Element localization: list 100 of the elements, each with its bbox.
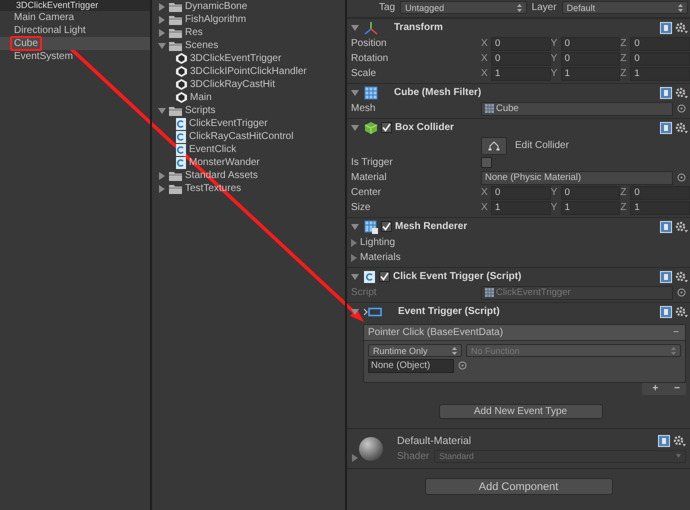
add-item-button[interactable]: +	[652, 383, 658, 395]
project-item-label[interactable]: 3DClickEventTrigger	[190, 53, 282, 64]
expand-arrow-icon[interactable]	[158, 106, 166, 114]
settings-icon[interactable]	[675, 86, 688, 98]
expand-arrow-icon[interactable]	[158, 2, 166, 10]
help-book-icon[interactable]	[660, 86, 672, 98]
hierarchy-item[interactable]: EventSystem	[0, 50, 150, 63]
script-file-icon	[176, 144, 186, 156]
settings-icon[interactable]	[673, 434, 686, 446]
project-item-label[interactable]: Main	[190, 92, 212, 103]
number-field[interactable]: 0	[491, 52, 551, 66]
project-item-label[interactable]: Res	[185, 27, 203, 38]
number-field[interactable]: 1	[560, 200, 620, 214]
foldout-label[interactable]: Lighting	[360, 237, 396, 248]
event-title: Pointer Click (BaseEventData)	[368, 327, 504, 338]
expand-arrow-icon[interactable]	[158, 172, 166, 180]
expand-arrow-icon[interactable]	[351, 222, 359, 230]
hierarchy-item[interactable]: Cube	[0, 37, 150, 50]
event-trigger-icon	[364, 306, 382, 316]
project-item-label[interactable]: Scripts	[185, 105, 216, 116]
project-item-label[interactable]: 3DClickIPointClickHandler	[190, 66, 307, 77]
expand-arrow-icon[interactable]	[351, 272, 359, 280]
number-field[interactable]: 0	[630, 186, 690, 200]
trigger-checkbox[interactable]	[481, 157, 492, 168]
folder-icon	[169, 170, 182, 180]
expand-arrow-icon[interactable]	[158, 42, 166, 50]
axis-label: X	[481, 53, 489, 64]
number-field[interactable]: 0	[560, 52, 620, 66]
number-field[interactable]: 0	[491, 186, 551, 200]
project-item-label[interactable]: 3DClickRayCastHit	[190, 79, 276, 90]
foldout-arrow-icon[interactable]	[351, 254, 357, 262]
object-field[interactable]: Cube	[481, 102, 673, 116]
axis-label: X	[481, 38, 489, 49]
remove-event-button[interactable]: −	[673, 327, 679, 338]
edit-collider-label: Edit Collider	[515, 140, 569, 151]
help-book-icon[interactable]	[660, 270, 672, 282]
expand-arrow-icon[interactable]	[351, 24, 359, 32]
number-field[interactable]: 1	[491, 66, 551, 80]
folder-icon	[169, 14, 182, 24]
enable-checkbox[interactable]	[381, 221, 392, 232]
foldout-arrow-icon[interactable]	[352, 454, 358, 462]
add-event-type-button[interactable]: Add New Event Type	[438, 404, 602, 419]
number-field[interactable]: 1	[630, 200, 690, 214]
number-field[interactable]: 0	[630, 36, 690, 50]
expand-arrow-icon[interactable]	[158, 28, 166, 36]
settings-icon[interactable]	[675, 122, 688, 134]
add-component-button[interactable]: Add Component	[424, 478, 612, 495]
number-field[interactable]: 1	[560, 66, 620, 80]
project-item-label[interactable]: EventClick	[189, 144, 236, 155]
object-field[interactable]: None (Object)	[368, 358, 454, 372]
edit-collider-button[interactable]	[481, 136, 507, 154]
object-field[interactable]: None (Physic Material)	[481, 170, 673, 184]
object-picker-icon[interactable]	[677, 104, 686, 113]
property-label: Is Trigger	[351, 157, 394, 168]
foldout-arrow-icon[interactable]	[351, 238, 357, 246]
hierarchy-item[interactable]: Directional Light	[0, 24, 150, 37]
help-book-icon[interactable]	[658, 434, 670, 446]
layer-dropdown[interactable]: Default	[562, 1, 688, 14]
help-book-icon[interactable]	[660, 220, 672, 232]
component-title: Cube (Mesh Filter)	[394, 87, 482, 98]
component-title: Box Collider	[395, 122, 454, 133]
project-item-label[interactable]: ClickEventTrigger	[189, 118, 268, 129]
settings-icon[interactable]	[675, 220, 688, 232]
object-picker-icon[interactable]	[677, 288, 686, 297]
number-field[interactable]: 0	[560, 186, 620, 200]
project-item-label[interactable]: FishAlgorithm	[185, 14, 246, 25]
expand-arrow-icon[interactable]	[351, 88, 359, 96]
help-book-icon[interactable]	[660, 122, 672, 134]
edit-shape-icon	[488, 140, 500, 150]
number-field[interactable]: 0	[491, 36, 551, 50]
hierarchy-item-label: Directional Light	[13, 24, 87, 38]
number-field[interactable]: 0	[560, 36, 620, 50]
number-field[interactable]: 1	[630, 66, 690, 80]
expand-arrow-icon[interactable]	[158, 16, 166, 24]
tag-dropdown[interactable]: Untagged	[400, 1, 527, 14]
enable-checkbox[interactable]	[381, 122, 392, 133]
project-item-label[interactable]: ClickRayCastHitControl	[189, 131, 294, 142]
settings-icon[interactable]	[675, 306, 688, 318]
settings-icon[interactable]	[675, 22, 688, 34]
hierarchy-item[interactable]: Main Camera	[0, 11, 150, 24]
shader-label: Shader	[397, 450, 430, 462]
help-book-icon[interactable]	[660, 306, 672, 318]
runtime-dropdown[interactable]: Runtime Only	[368, 344, 462, 357]
object-picker-icon[interactable]	[458, 361, 467, 370]
number-field[interactable]: 0	[630, 52, 690, 66]
number-field[interactable]: 1	[491, 200, 551, 214]
expand-arrow-icon[interactable]	[351, 124, 359, 132]
axis-label: X	[481, 68, 489, 79]
object-picker-icon[interactable]	[677, 173, 686, 182]
project-item-label[interactable]: Scenes	[185, 40, 218, 51]
project-item-label[interactable]: DynamicBone	[185, 1, 248, 12]
expand-arrow-icon[interactable]	[158, 184, 166, 192]
enable-checkbox[interactable]	[379, 271, 390, 282]
settings-icon[interactable]	[675, 270, 688, 282]
property-label: Mesh	[351, 103, 376, 114]
remove-item-button[interactable]: −	[674, 383, 680, 395]
property-label: Center	[351, 187, 382, 198]
foldout-label[interactable]: Materials	[360, 252, 401, 263]
expand-arrow-icon[interactable]	[351, 308, 359, 316]
help-book-icon[interactable]	[660, 22, 672, 34]
